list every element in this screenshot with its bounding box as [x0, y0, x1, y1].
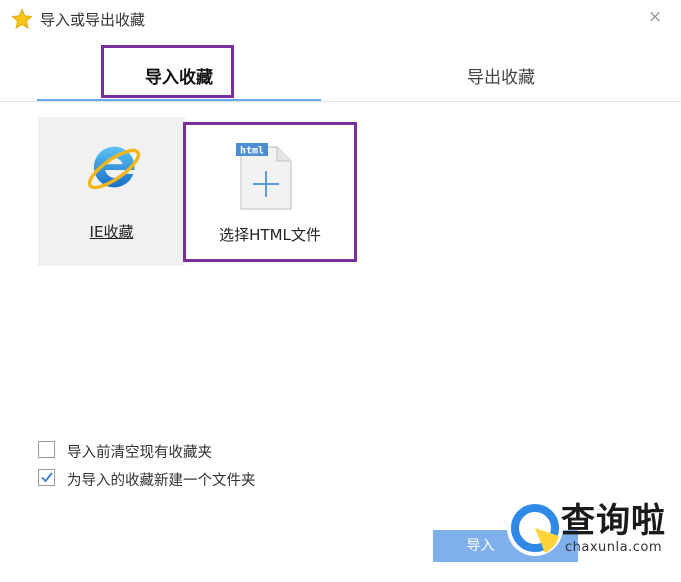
html-file-label: 选择HTML文件 — [219, 226, 321, 244]
ie-favorites-label: IE收藏 — [89, 223, 134, 241]
html-file-add-icon: html — [236, 143, 292, 210]
checkmark-icon — [41, 472, 53, 483]
html-file-source[interactable]: html 选择HTML文件 — [183, 122, 357, 262]
html-badge: html — [240, 146, 264, 157]
close-icon[interactable]: × — [646, 8, 664, 26]
clear-favorites-checkbox[interactable] — [38, 441, 55, 458]
title-bar: 导入或导出收藏 × — [0, 0, 681, 40]
tab-divider — [0, 101, 681, 102]
clear-favorites-label: 导入前清空现有收藏夹 — [67, 445, 212, 461]
watermark-text: 查询啦 — [561, 501, 666, 541]
watermark-url: chaxunla.com — [565, 540, 662, 555]
highlight-box-tab — [101, 45, 234, 98]
tab-export[interactable]: 导出收藏 — [321, 44, 681, 101]
ie-favorites-source[interactable]: IE收藏 — [38, 117, 185, 266]
window-title: 导入或导出收藏 — [40, 11, 146, 29]
new-folder-checkbox[interactable] — [38, 469, 55, 486]
import-button-label: 导入 — [466, 538, 495, 554]
watermark-logo-icon — [507, 500, 563, 556]
star-icon — [11, 8, 33, 29]
ie-browser-icon — [87, 146, 141, 190]
watermark: 查询啦 chaxunla.com — [499, 492, 681, 582]
new-folder-label: 为导入的收藏新建一个文件夹 — [67, 473, 256, 489]
